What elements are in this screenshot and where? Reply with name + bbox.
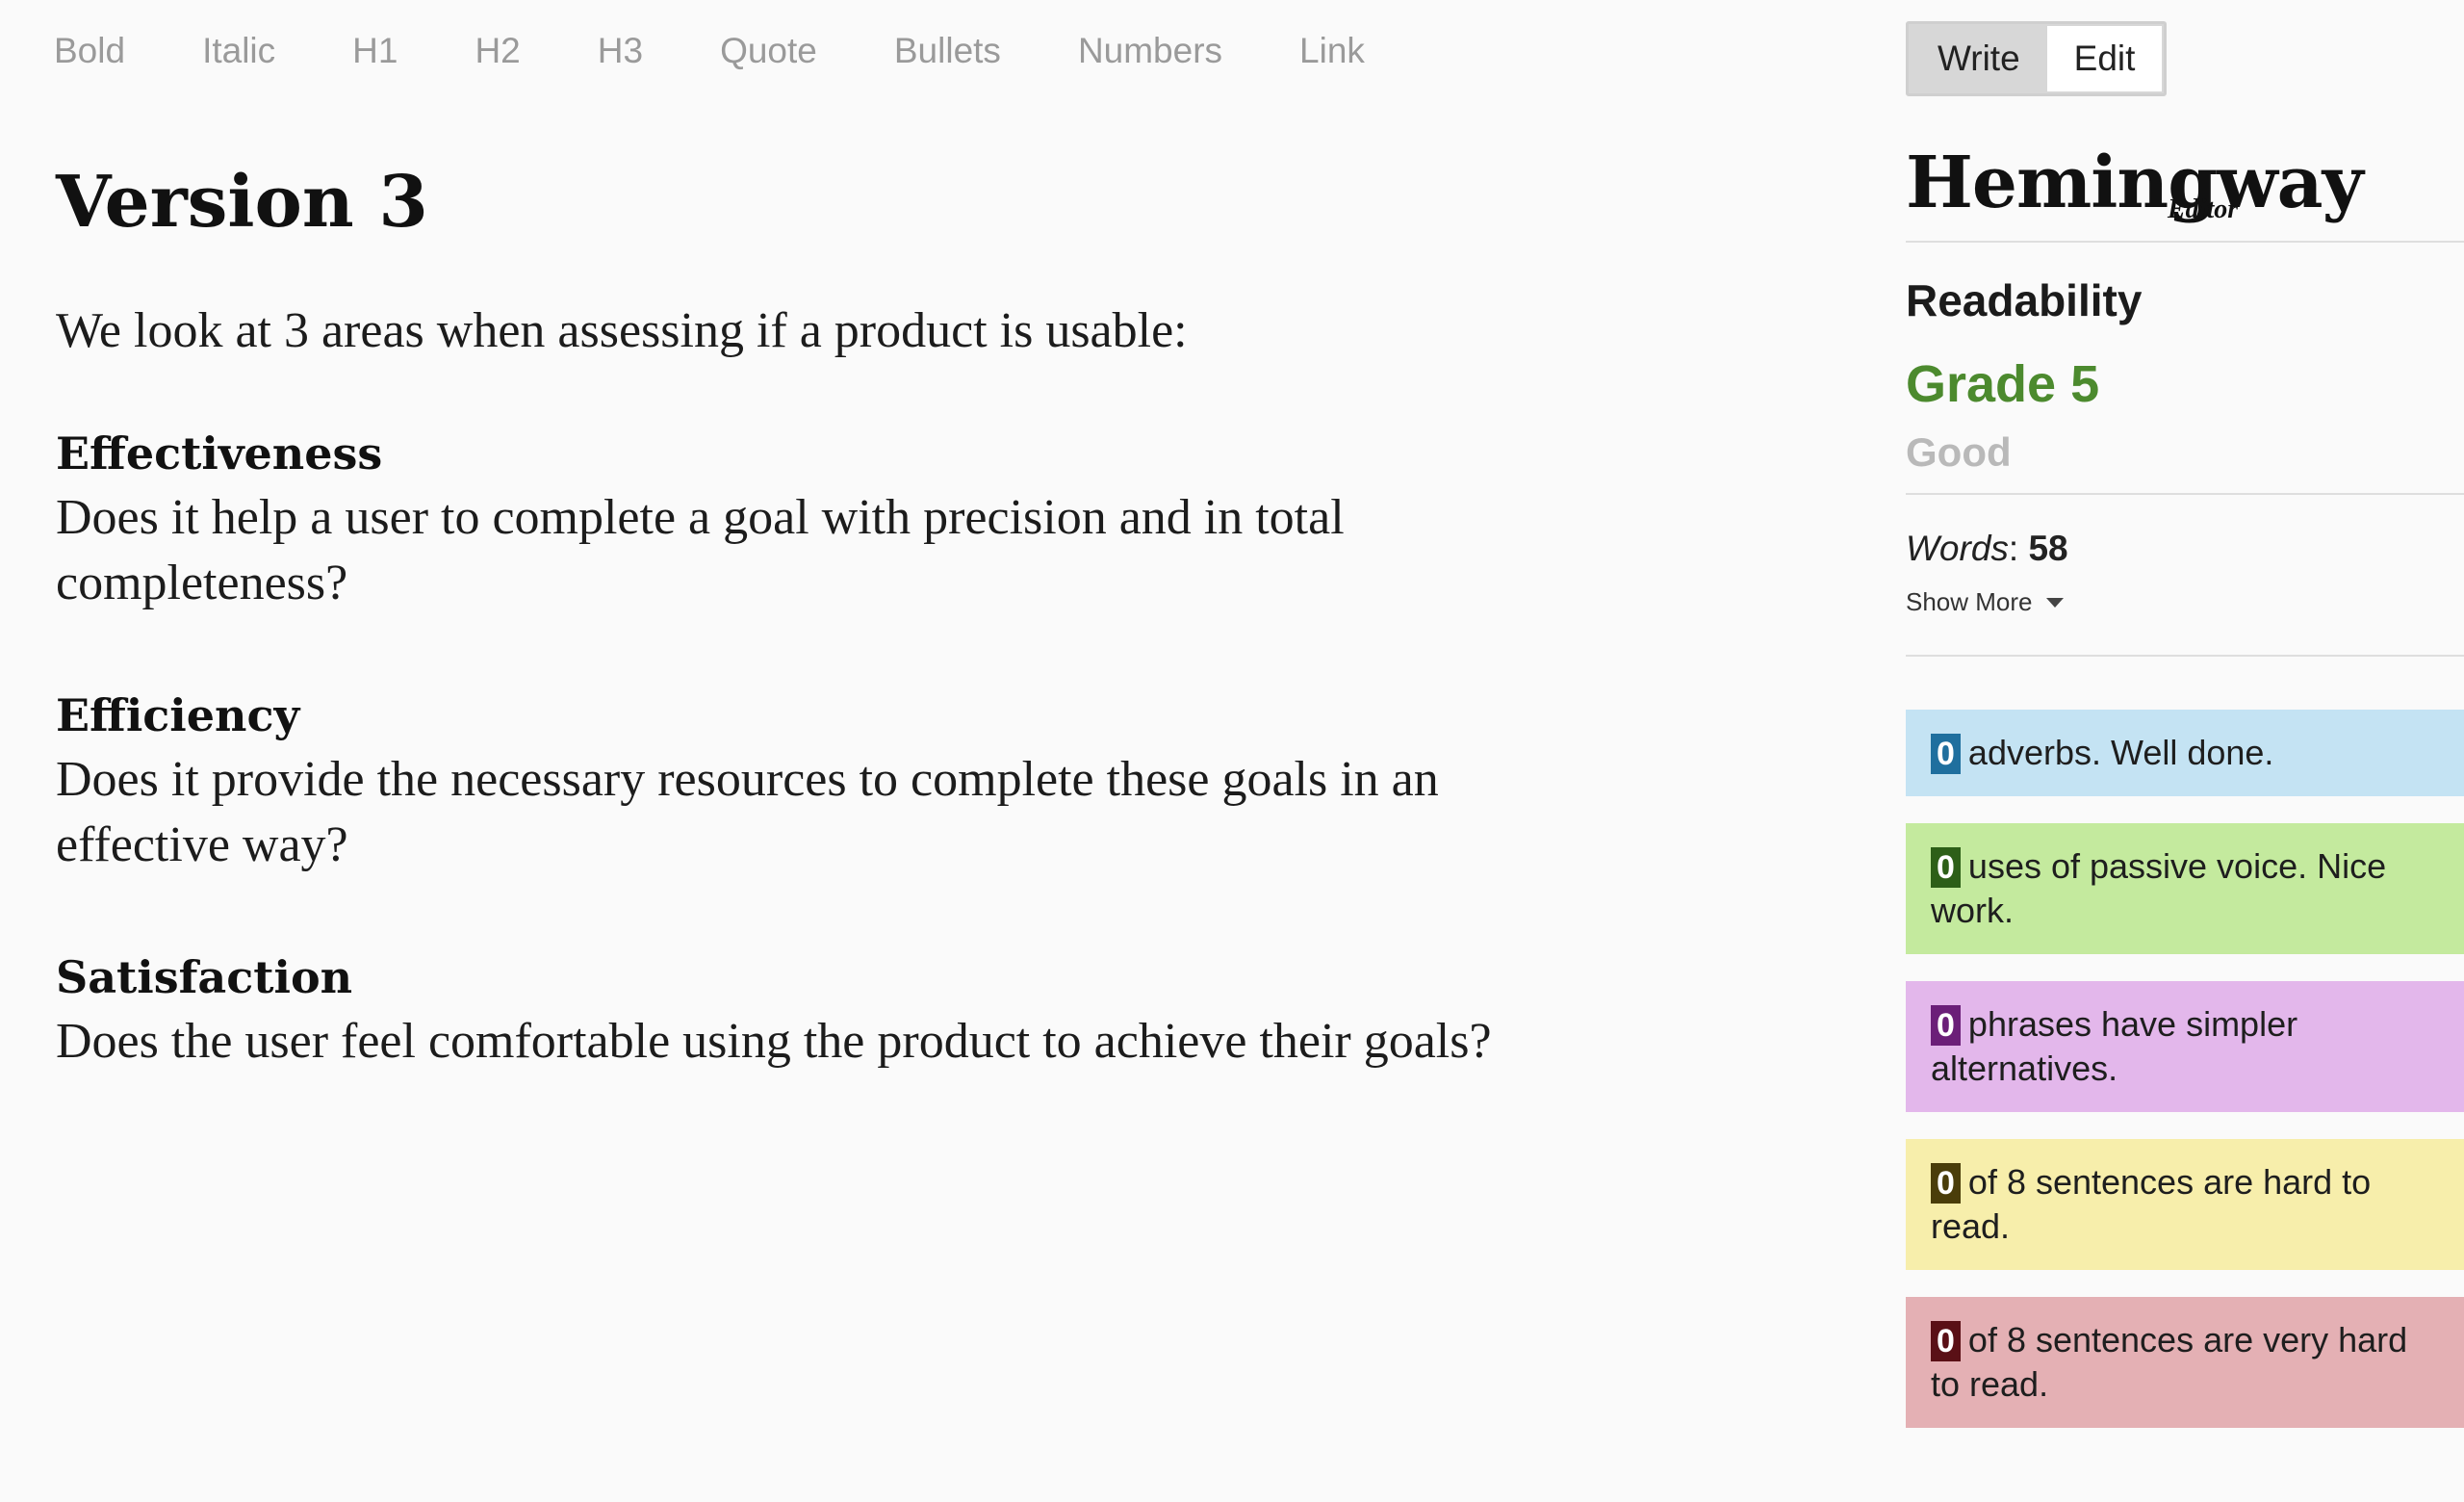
card-text: uses of passive voice. Nice work.: [1931, 846, 2387, 930]
app-logo: Hemingway Editor: [1906, 135, 2464, 241]
count-badge: 0: [1931, 1163, 1961, 1204]
link-button[interactable]: Link: [1299, 25, 1365, 77]
readability-label: Readability: [1906, 275, 2143, 325]
formatting-toolbar: Bold Italic H1 H2 H3 Quote Bullets Numbe…: [54, 25, 1442, 77]
count-badge: 0: [1931, 1321, 1961, 1361]
bullets-button[interactable]: Bullets: [894, 25, 1001, 77]
passive-voice-card: 0 uses of passive voice. Nice work.: [1906, 823, 2464, 954]
word-stats: Words: 58 Show More: [1906, 495, 2464, 655]
numbers-button[interactable]: Numbers: [1078, 25, 1222, 77]
words-count: 58: [2028, 529, 2068, 568]
text-editor[interactable]: Version 3 We look at 3 areas when assess…: [56, 144, 1557, 1075]
words-separator: :: [2008, 529, 2029, 568]
h1-button[interactable]: H1: [352, 25, 398, 77]
logo-subtitle: Editor: [2168, 194, 2239, 224]
count-badge: 0: [1931, 1005, 1961, 1046]
section-efficiency: Efficiency Does it provide the necessary…: [56, 684, 1557, 878]
word-count-line: Words: 58: [1906, 524, 2464, 574]
caret-down-icon: [2045, 597, 2064, 608]
very-hard-sentences-card: 0 of 8 sentences are very hard to read.: [1906, 1297, 2464, 1428]
bold-button[interactable]: Bold: [54, 25, 125, 77]
mode-switch: Write Edit: [1906, 21, 2168, 96]
hard-sentences-card: 0 of 8 sentences are hard to read.: [1906, 1139, 2464, 1270]
show-more-label: Show More: [1906, 587, 2033, 616]
card-text: adverbs. Well done.: [1967, 733, 2274, 772]
grade-description: Good: [1906, 429, 2012, 475]
logo-wordmark: Hemingway: [1906, 142, 2364, 224]
section-satisfaction: Satisfaction Does the user feel comforta…: [56, 945, 1557, 1075]
h2-button[interactable]: H2: [475, 25, 520, 77]
intro-paragraph[interactable]: We look at 3 areas when assessing if a p…: [56, 298, 1557, 364]
words-label: Words: [1906, 529, 2009, 568]
adverbs-card: 0 adverbs. Well done.: [1906, 710, 2464, 796]
grade-level: Grade 5: [1906, 355, 2100, 413]
section-body[interactable]: Does the user feel comfortable using the…: [56, 1009, 1557, 1075]
card-text: of 8 sentences are hard to read.: [1931, 1162, 2372, 1246]
count-badge: 0: [1931, 734, 1961, 774]
h3-button[interactable]: H3: [598, 25, 643, 77]
count-badge: 0: [1931, 847, 1961, 888]
suggestion-cards: 0 adverbs. Well done. 0 uses of passive vo…: [1906, 710, 2464, 1428]
show-more-toggle[interactable]: Show More: [1906, 587, 2064, 617]
simpler-phrases-card: 0 phrases have simpler alternatives.: [1906, 981, 2464, 1112]
section-effectiveness: Effectiveness Does it help a user to com…: [56, 422, 1557, 616]
divider: [1906, 655, 2464, 657]
section-heading[interactable]: Efficiency: [56, 684, 1557, 747]
section-heading[interactable]: Satisfaction: [56, 945, 1557, 1009]
quote-button[interactable]: Quote: [720, 25, 817, 77]
document-title[interactable]: Version 3: [56, 144, 1557, 260]
analysis-sidebar: Write Edit Hemingway Editor Readability …: [1906, 21, 2464, 1502]
card-text: of 8 sentences are very hard to read.: [1931, 1320, 2408, 1404]
italic-button[interactable]: Italic: [202, 25, 275, 77]
write-mode-button[interactable]: Write: [1911, 26, 2047, 91]
readability-panel: Readability Grade 5 Good: [1906, 243, 2464, 493]
section-body[interactable]: Does it help a user to complete a goal w…: [56, 485, 1557, 616]
card-text: phrases have simpler alternatives.: [1931, 1004, 2298, 1088]
section-body[interactable]: Does it provide the necessary resources …: [56, 747, 1557, 878]
edit-mode-button[interactable]: Edit: [2046, 26, 2163, 91]
section-heading[interactable]: Effectiveness: [56, 422, 1557, 485]
